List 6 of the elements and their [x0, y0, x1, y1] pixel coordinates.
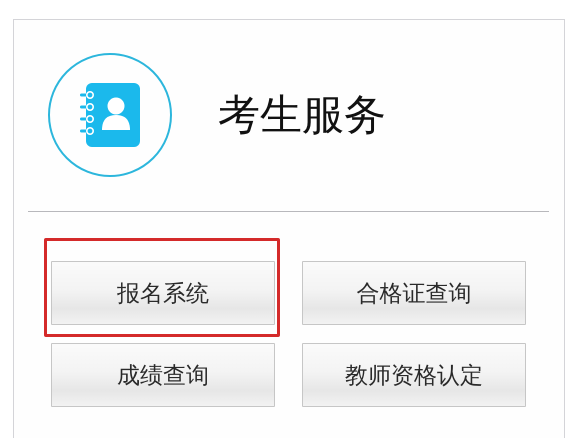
card-title: 考生服务	[218, 89, 386, 141]
service-button[interactable]: 成绩查询	[51, 343, 275, 407]
service-button[interactable]: 教师资格认定	[302, 343, 526, 407]
contact-book-icon	[80, 83, 140, 147]
service-button[interactable]: 合格证查询	[302, 261, 526, 325]
service-button[interactable]: 报名系统	[51, 261, 275, 325]
